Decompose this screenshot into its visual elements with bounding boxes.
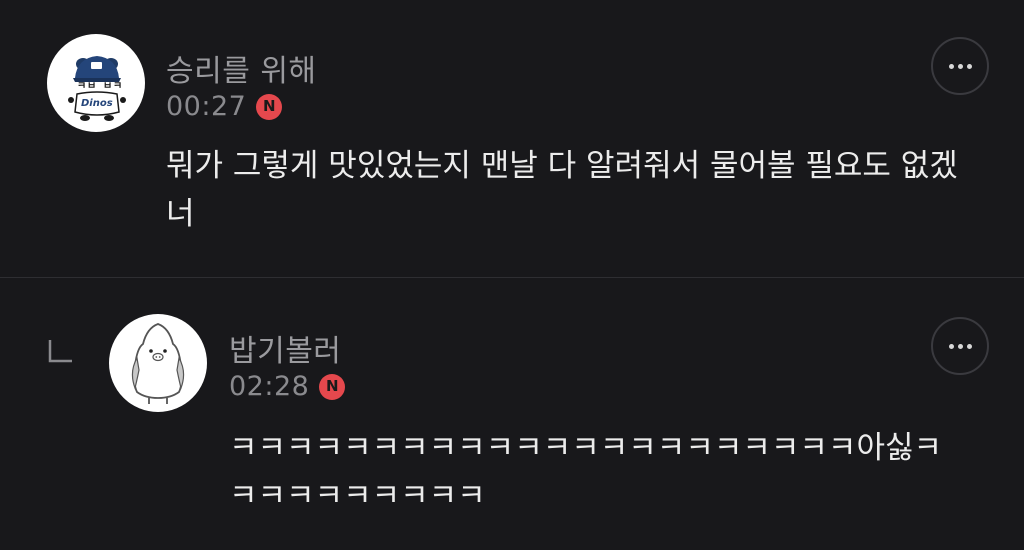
timestamp: 02:28	[229, 371, 310, 402]
reply-arrow-icon	[48, 340, 72, 363]
svg-text:ㅂ: ㅂ	[87, 81, 96, 92]
comment-text: ㅋㅋㅋㅋㅋㅋㅋㅋㅋㅋㅋㅋㅋㅋㅋㅋㅋㅋㅋㅋㅋㅋ아싫ㅋㅋㅋㅋㅋㅋㅋㅋㅋㅋ	[229, 430, 942, 514]
comment-meta: 00:27 N	[166, 91, 283, 122]
more-options-button[interactable]	[931, 317, 989, 375]
nickname[interactable]: 승리를 위해	[166, 46, 317, 90]
more-options-button[interactable]	[931, 37, 989, 95]
comment-text: 뭐가 그렇게 맛있었는지 맨날 다 알려줘서 물어볼 필요도 없겠너	[166, 148, 958, 232]
new-badge: N	[256, 93, 283, 120]
penguin-avatar-icon	[131, 323, 185, 404]
more-horizontal-icon	[948, 343, 954, 349]
svg-text:Dinos: Dinos	[81, 98, 113, 109]
avatar[interactable]: ㅋ ㅂ ㅂ ㅋ Dinos	[47, 34, 145, 132]
new-badge: N	[319, 373, 346, 400]
comment-thread: ㅋ ㅂ ㅂ ㅋ Dinos 승리를 위해 00:27 N 뭐가 그렇게 맛있었는…	[0, 0, 1024, 550]
svg-text:ㅋ: ㅋ	[113, 81, 122, 92]
more-horizontal-icon	[948, 63, 954, 69]
dinos-mascot-avatar-icon: ㅋ ㅂ ㅂ ㅋ Dinos	[68, 56, 126, 121]
nickname[interactable]: 밥기볼러	[229, 326, 341, 370]
svg-text:ㅂ: ㅂ	[103, 81, 112, 92]
avatar[interactable]	[109, 314, 207, 412]
svg-text:ㅋ: ㅋ	[77, 81, 86, 92]
timestamp: 00:27	[166, 91, 247, 122]
comment: ㅋ ㅂ ㅂ ㅋ Dinos 승리를 위해 00:27 N 뭐가 그렇게 맛있었는…	[0, 0, 1024, 278]
comment-meta: 02:28 N	[229, 371, 346, 402]
reply-comment: 밥기볼러 02:28 N ㅋㅋㅋㅋㅋㅋㅋㅋㅋㅋㅋㅋㅋㅋㅋㅋㅋㅋㅋㅋㅋㅋ아싫ㅋㅋㅋ…	[0, 278, 1024, 550]
